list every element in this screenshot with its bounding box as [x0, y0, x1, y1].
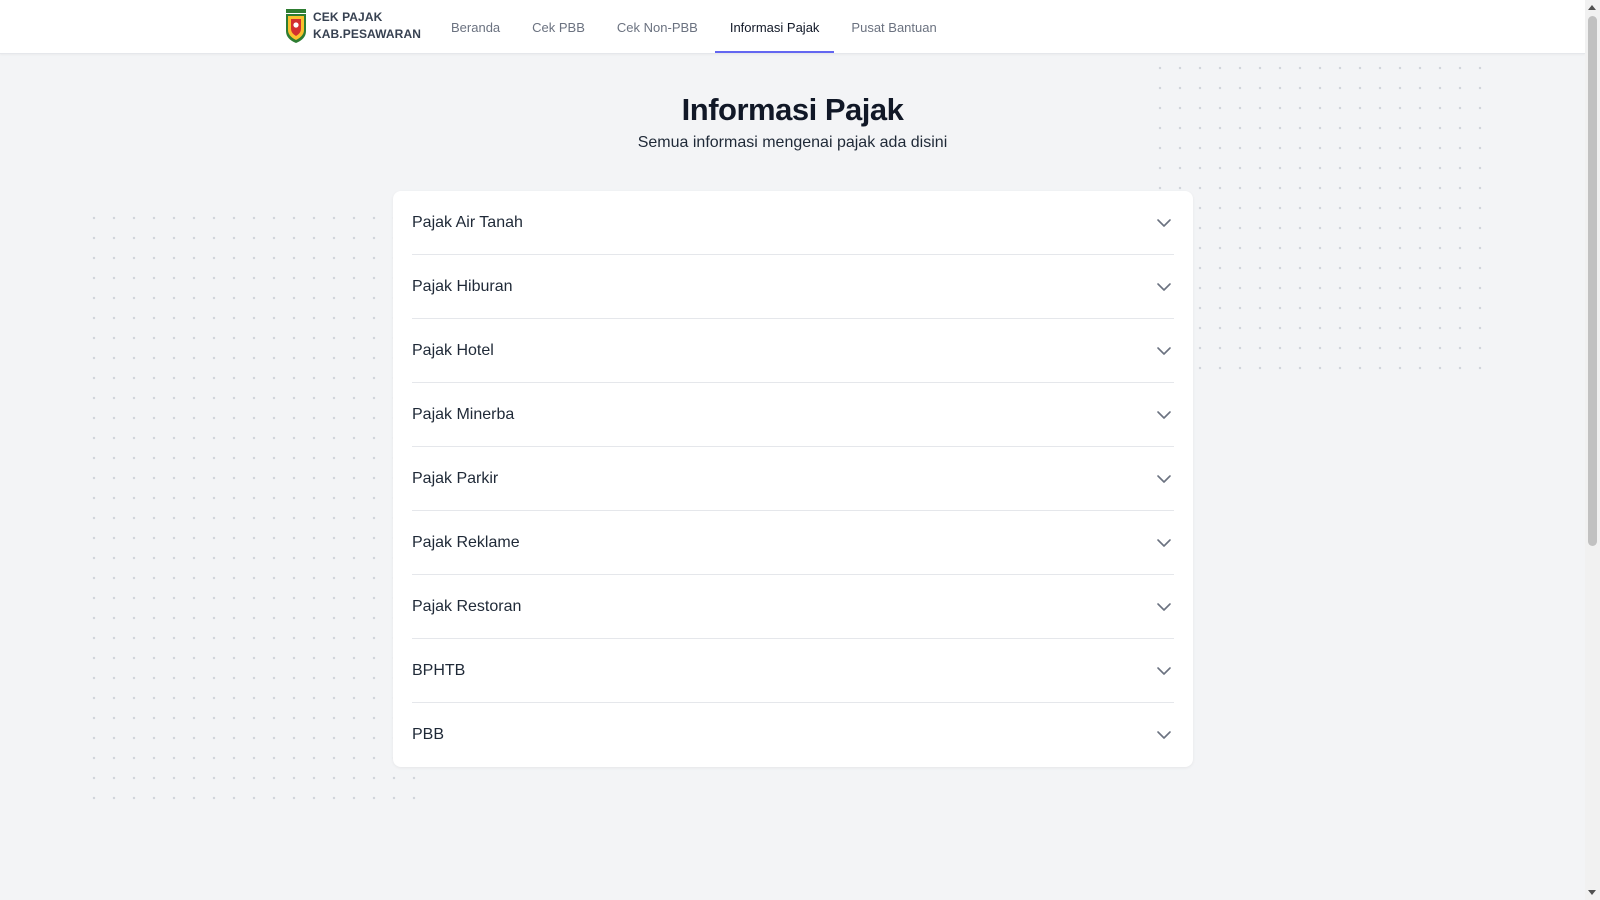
accordion-item-label: BPHTB	[412, 661, 466, 679]
page-heading: Informasi Pajak Semua informasi mengenai…	[0, 88, 1585, 154]
accordion-item-label: Pajak Hotel	[412, 341, 494, 359]
accordion-item-pajak-restoran[interactable]: Pajak Restoran	[412, 575, 1174, 639]
nav-item-cek-pbb[interactable]: Cek PBB	[516, 0, 601, 53]
chevron-down-icon	[1157, 731, 1171, 739]
chevron-down-icon	[1157, 282, 1171, 291]
accordion-item-pajak-air-tanah[interactable]: Pajak Air Tanah	[412, 191, 1174, 255]
brand-name: CEK PAJAK KAB.PESAWARAN	[313, 9, 421, 43]
accordion-list: Pajak Air Tanah Pajak Hiburan Pajak Hote…	[393, 191, 1193, 767]
chevron-down-icon	[1157, 410, 1171, 419]
accordion-item-pajak-parkir[interactable]: Pajak Parkir	[412, 447, 1174, 511]
nav-item-pusat-bantuan[interactable]: Pusat Bantuan	[835, 0, 952, 53]
scroll-up-arrow-icon[interactable]	[1588, 5, 1596, 10]
page-title: Informasi Pajak	[681, 92, 904, 127]
tax-info-accordion: Pajak Air Tanah Pajak Hiburan Pajak Hote…	[393, 191, 1193, 767]
chevron-down-icon	[1157, 346, 1171, 355]
dot-pattern-decoration	[84, 208, 430, 806]
nav-item-beranda[interactable]: Beranda	[435, 0, 516, 53]
page: CEK PAJAK KAB.PESAWARAN Beranda Cek PBB …	[0, 0, 1600, 900]
accordion-item-pajak-minerba[interactable]: Pajak Minerba	[412, 383, 1174, 447]
chevron-down-icon	[1157, 538, 1171, 547]
brand-line-2: KAB.PESAWARAN	[313, 27, 421, 41]
accordion-item-label: PBB	[412, 726, 445, 743]
chevron-down-icon	[1157, 218, 1171, 227]
page-subtitle: Semua informasi mengenai pajak ada disin…	[637, 134, 948, 151]
accordion-item-label: Pajak Parkir	[412, 469, 499, 487]
vertical-scrollbar[interactable]	[1585, 0, 1600, 900]
accordion-item-pajak-reklame[interactable]: Pajak Reklame	[412, 511, 1174, 575]
brand-line-1: CEK PAJAK	[313, 10, 383, 24]
chevron-down-icon	[1157, 474, 1171, 483]
scroll-down-arrow-icon[interactable]	[1588, 890, 1596, 895]
accordion-item-bphtb[interactable]: BPHTB	[412, 639, 1174, 703]
accordion-item-label: Pajak Restoran	[412, 597, 522, 615]
accordion-item-label: Pajak Air Tanah	[412, 213, 523, 231]
chevron-down-icon	[1157, 602, 1171, 611]
top-navbar: CEK PAJAK KAB.PESAWARAN Beranda Cek PBB …	[0, 0, 1585, 54]
pesawaran-emblem-logo	[286, 9, 306, 43]
scrollbar-thumb[interactable]	[1588, 16, 1597, 546]
accordion-item-label: Pajak Hiburan	[412, 277, 513, 295]
brand-link[interactable]: CEK PAJAK KAB.PESAWARAN	[285, 9, 421, 43]
accordion-item-pbb[interactable]: PBB	[412, 703, 1174, 767]
accordion-item-label: Pajak Reklame	[412, 533, 520, 551]
chevron-down-icon	[1157, 666, 1171, 675]
nav-item-cek-non-pbb[interactable]: Cek Non-PBB	[601, 0, 714, 53]
nav-item-informasi-pajak[interactable]: Informasi Pajak	[714, 0, 836, 53]
main-nav: Beranda Cek PBB Cek Non-PBB Informasi Pa…	[435, 0, 953, 53]
accordion-item-label: Pajak Minerba	[412, 405, 515, 423]
accordion-item-pajak-hiburan[interactable]: Pajak Hiburan	[412, 255, 1174, 319]
accordion-item-pajak-hotel[interactable]: Pajak Hotel	[412, 319, 1174, 383]
